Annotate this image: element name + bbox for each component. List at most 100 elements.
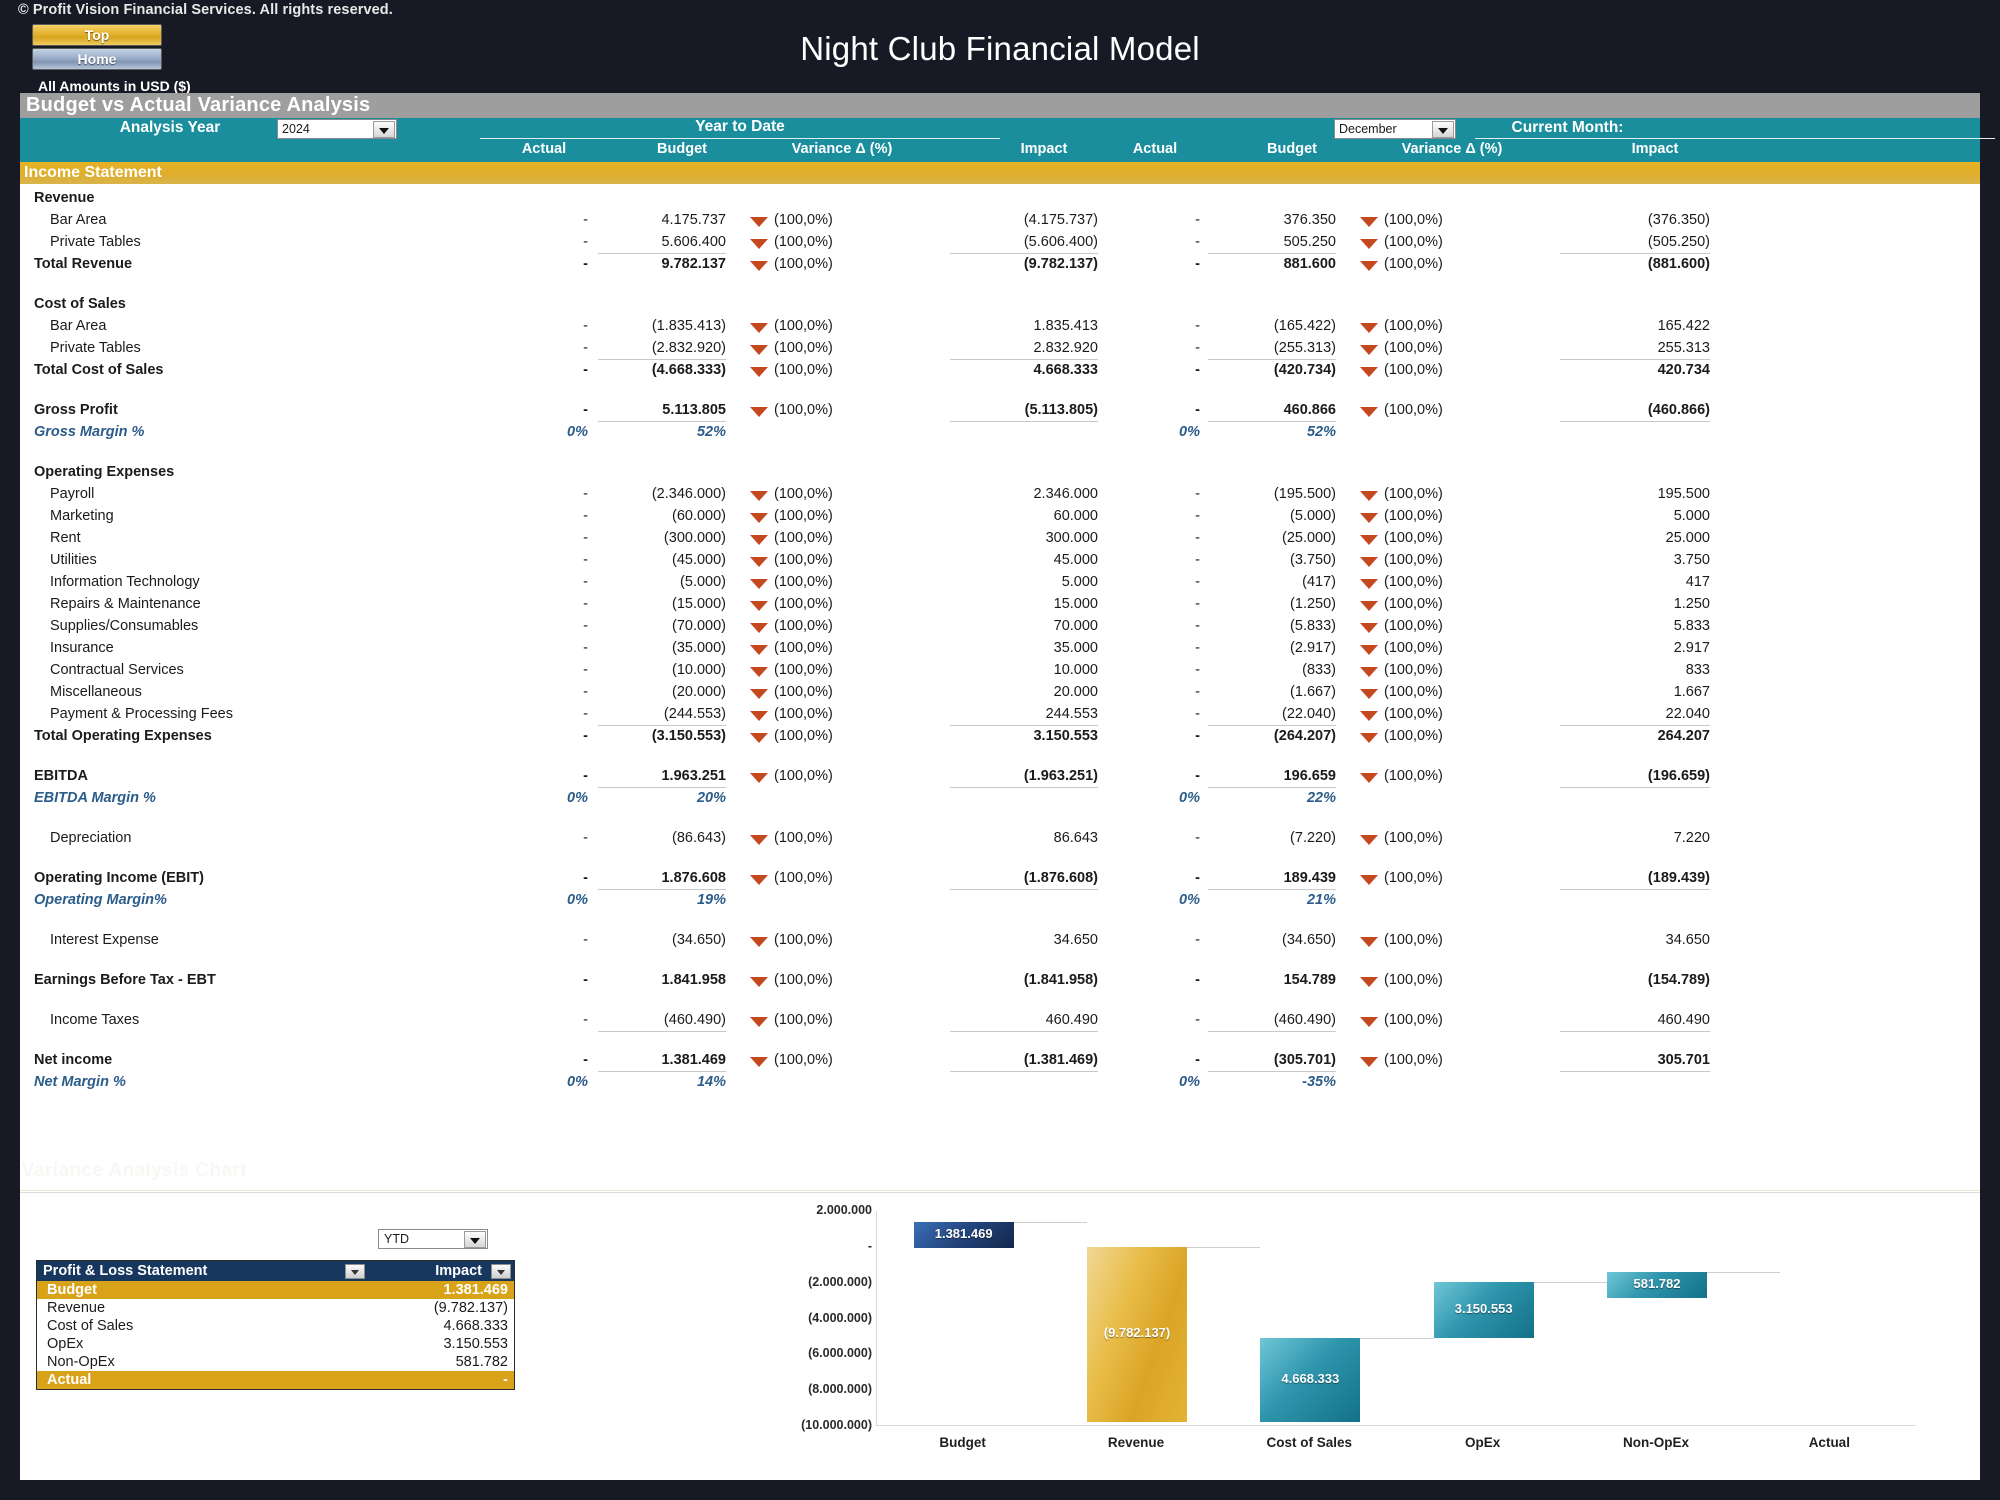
chevron-down-icon[interactable] — [1432, 121, 1454, 138]
current-month-dropdown[interactable]: December — [1334, 119, 1456, 139]
cell-a: - — [460, 338, 588, 360]
variance-cell: (100,0%) — [1342, 528, 1542, 550]
down-arrow-icon — [1360, 773, 1378, 783]
cell-i: 45.000 — [950, 550, 1098, 572]
table-row: Income Taxes-(460.490)-(460.490)460.4904… — [20, 1010, 1980, 1032]
cell-b2: (264.207) — [1208, 726, 1336, 748]
table-row: Net Margin %0%14%0%-35% — [20, 1072, 1980, 1094]
table-row: Net income-1.381.469-(305.701)(1.381.469… — [20, 1050, 1980, 1072]
down-arrow-icon — [1360, 217, 1378, 227]
cell-b: 1.963.251 — [598, 766, 726, 788]
cell-i2: (505.250) — [1560, 232, 1710, 254]
variance-cell: (100,0%) — [1342, 232, 1542, 254]
cell-b2: (2.917) — [1208, 638, 1336, 660]
filters-row: Analysis Year 2024 Year to Date Current … — [20, 118, 1980, 140]
cell-i: 5.000 — [950, 572, 1098, 594]
cell-i2: 833 — [1560, 660, 1710, 682]
table-row: Private Tables-5.606.400-505.250(5.606.4… — [20, 232, 1980, 254]
variance-cell: (100,0%) — [732, 638, 932, 660]
cell-a: - — [460, 660, 588, 682]
row-label: Operating Expenses — [34, 462, 454, 484]
down-arrow-icon — [1360, 345, 1378, 355]
income-statement-label: Income Statement — [24, 164, 162, 182]
cell-i: (1.841.958) — [950, 970, 1098, 992]
row-label: Operating Margin% — [34, 890, 454, 912]
cell-b2: 52% — [1208, 422, 1336, 444]
cell-i: 15.000 — [950, 594, 1098, 616]
row-label: Private Tables — [50, 338, 470, 360]
analysis-year-dropdown[interactable]: 2024 — [277, 119, 397, 139]
cell-b: (86.643) — [598, 828, 726, 850]
variance-value: (100,0%) — [774, 360, 884, 381]
cell-a: - — [460, 1050, 588, 1072]
x-axis-tick: OpEx — [1396, 1435, 1569, 1450]
income-statement-sheet: RevenueBar Area-4.175.737-376.350(4.175.… — [20, 184, 1980, 1198]
row-label: Gross Margin % — [34, 422, 454, 444]
ytd-underline — [480, 138, 1000, 139]
down-arrow-icon — [750, 1057, 768, 1067]
cell-b: 9.782.137 — [598, 254, 726, 276]
pl-row-label: Revenue — [37, 1300, 374, 1316]
bar-value-label: 581.782 — [1607, 1276, 1707, 1291]
variance-value: (100,0%) — [1384, 766, 1494, 787]
table-row: Operating Income (EBIT)-1.876.608-189.43… — [20, 868, 1980, 890]
variance-cell: (100,0%) — [732, 338, 932, 360]
period-dropdown[interactable]: YTD — [378, 1229, 488, 1249]
bottom-panel: YTD Profit & Loss StatementImpactBudget1… — [20, 1192, 1980, 1480]
cell-b2: (1.667) — [1208, 682, 1336, 704]
table-row: Interest Expense-(34.650)-(34.650)34.650… — [20, 930, 1980, 952]
down-arrow-icon — [1360, 1057, 1378, 1067]
cell-i2: 25.000 — [1560, 528, 1710, 550]
variance-value: (100,0%) — [774, 594, 884, 615]
table-row: Payment & Processing Fees-(244.553)-(22.… — [20, 704, 1980, 726]
row-label: EBITDA — [34, 766, 454, 788]
chevron-down-icon[interactable] — [464, 1231, 486, 1248]
cell-b: (34.650) — [598, 930, 726, 952]
variance-cell: (100,0%) — [1342, 360, 1542, 382]
table-row: EBITDA Margin %0%20%0%22% — [20, 788, 1980, 810]
row-label: Depreciation — [50, 828, 470, 850]
cell-i: 60.000 — [950, 506, 1098, 528]
variance-cell: (100,0%) — [732, 528, 932, 550]
chevron-down-icon[interactable] — [373, 121, 395, 138]
cell-b2: (1.250) — [1208, 594, 1336, 616]
pl-row-label: OpEx — [37, 1336, 374, 1352]
variance-cell: (100,0%) — [732, 210, 932, 232]
y-axis-tick: (4.000.000) — [780, 1311, 872, 1325]
x-axis-tick: Non-OpEx — [1569, 1435, 1742, 1450]
down-arrow-icon — [1360, 875, 1378, 885]
pl-col-impact: Impact — [368, 1263, 488, 1279]
cell-b2: 154.789 — [1208, 970, 1336, 992]
variance-cell: (100,0%) — [732, 232, 932, 254]
chart-y-axis: 2.000.000-(2.000.000)(4.000.000)(6.000.0… — [780, 1211, 872, 1426]
filter-icon[interactable] — [491, 1264, 511, 1279]
cell-i: 2.346.000 — [950, 484, 1098, 506]
down-arrow-icon — [750, 667, 768, 677]
cell-b: (300.000) — [598, 528, 726, 550]
cell-b: (35.000) — [598, 638, 726, 660]
variance-value: (100,0%) — [774, 572, 884, 593]
pl-row-value: - — [374, 1372, 514, 1388]
down-arrow-icon — [750, 711, 768, 721]
cell-i2: 22.040 — [1560, 704, 1710, 726]
row-label: Net income — [34, 1050, 454, 1072]
filter-icon[interactable] — [345, 1264, 365, 1279]
variance-cell: (100,0%) — [1342, 868, 1542, 890]
cell-b: 1.841.958 — [598, 970, 726, 992]
cell-b: (60.000) — [598, 506, 726, 528]
row-label: Marketing — [50, 506, 470, 528]
variance-cell: (100,0%) — [1342, 766, 1542, 788]
cell-i2: (154.789) — [1560, 970, 1710, 992]
bar-value-label: (9.782.137) — [1087, 1325, 1187, 1340]
down-arrow-icon — [750, 513, 768, 523]
cell-i2: 1.667 — [1560, 682, 1710, 704]
col-header-actual-ytd: Actual — [480, 141, 608, 157]
table-row: Cost of Sales — [20, 294, 1980, 316]
variance-value: (100,0%) — [774, 210, 884, 231]
variance-value: (100,0%) — [1384, 338, 1494, 359]
table-row: Supplies/Consumables-(70.000)-(5.833)70.… — [20, 616, 1980, 638]
cell-underline — [1208, 1031, 1336, 1032]
cell-b: 20% — [598, 788, 726, 810]
table-row: Total Revenue-9.782.137-881.600(9.782.13… — [20, 254, 1980, 276]
table-row: Marketing-(60.000)-(5.000)60.0005.000(10… — [20, 506, 1980, 528]
